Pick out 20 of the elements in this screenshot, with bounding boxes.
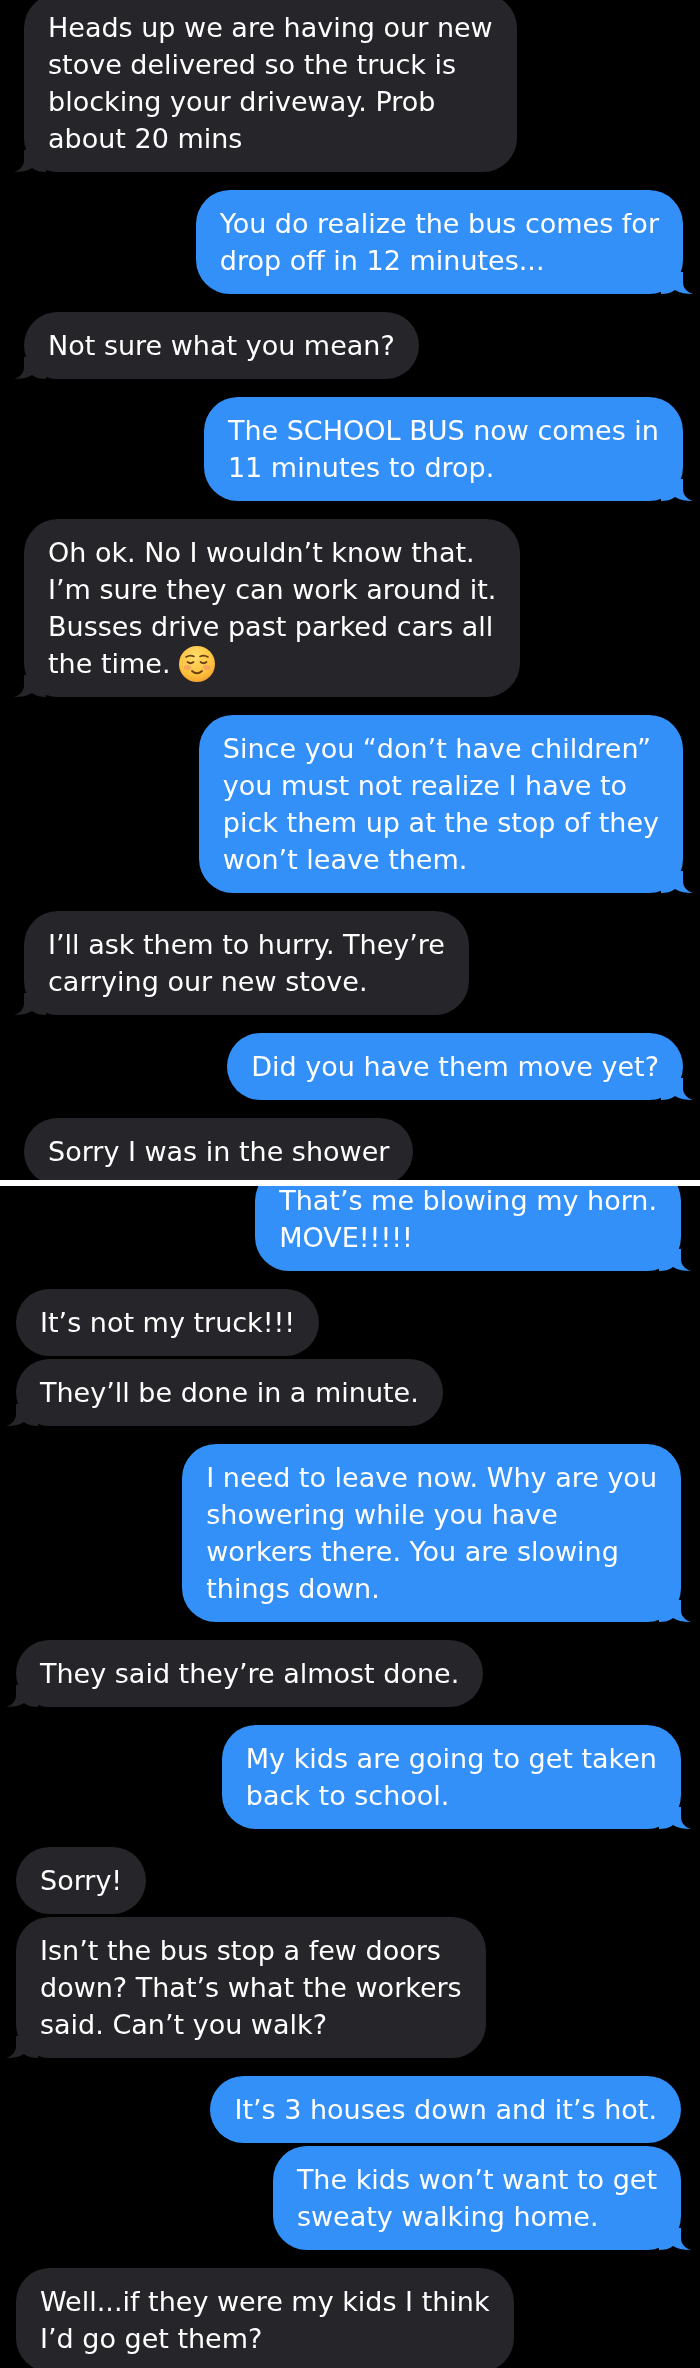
message-text: That’s me blowing my horn. MOVE!!!!! xyxy=(279,1186,657,1255)
message-text: Not sure what you mean? xyxy=(48,329,395,363)
message-text: The SCHOOL BUS now comes in 11 minutes to drop. xyxy=(227,414,659,485)
message-text: Heads up we are having our new stove delivered so the truck is blocking your driveway. Prob about 20 mins xyxy=(48,11,493,156)
message-text: It’s 3 houses down and it’s hot. xyxy=(234,2093,657,2127)
message-text: Sorry I was in the shower xyxy=(48,1135,390,1169)
message-text: My kids are going to get taken back to school. xyxy=(245,1742,657,1813)
message-text: Did you have them move yet? xyxy=(251,1050,659,1084)
message-text: I need to leave now. Why are you showering while you have workers there. You are slowing things down. xyxy=(206,1461,657,1606)
message-text: Since you “don’t have children” you must not realize I have to pick them up at the stop of they won’t leave them. xyxy=(222,732,659,877)
message-text: They said they’re almost done. xyxy=(40,1657,460,1691)
message-text: Isn’t the bus stop a few doors down? That’s what the workers said. Can’t you walk? xyxy=(40,1934,462,2042)
message-text: You do realize the bus comes for drop off in 12 minutes... xyxy=(219,207,659,278)
message-text: The kids won’t want to get sweaty walking home. xyxy=(296,2163,657,2234)
message-text: Oh ok. No I wouldn’t know that. I’m sure they can work around it. Busses drive past parked cars all the time. xyxy=(48,534,497,682)
message-text: They’ll be done in a minute. xyxy=(40,1376,419,1410)
message-text: It’s not my truck!!! xyxy=(40,1306,296,1340)
message-text: Well...if they were my kids I think I’d go get them? xyxy=(40,2285,490,2356)
message-text: I’ll ask them to hurry. They’re carrying our new stove. xyxy=(48,928,445,999)
message-text: Sorry! xyxy=(40,1864,123,1898)
